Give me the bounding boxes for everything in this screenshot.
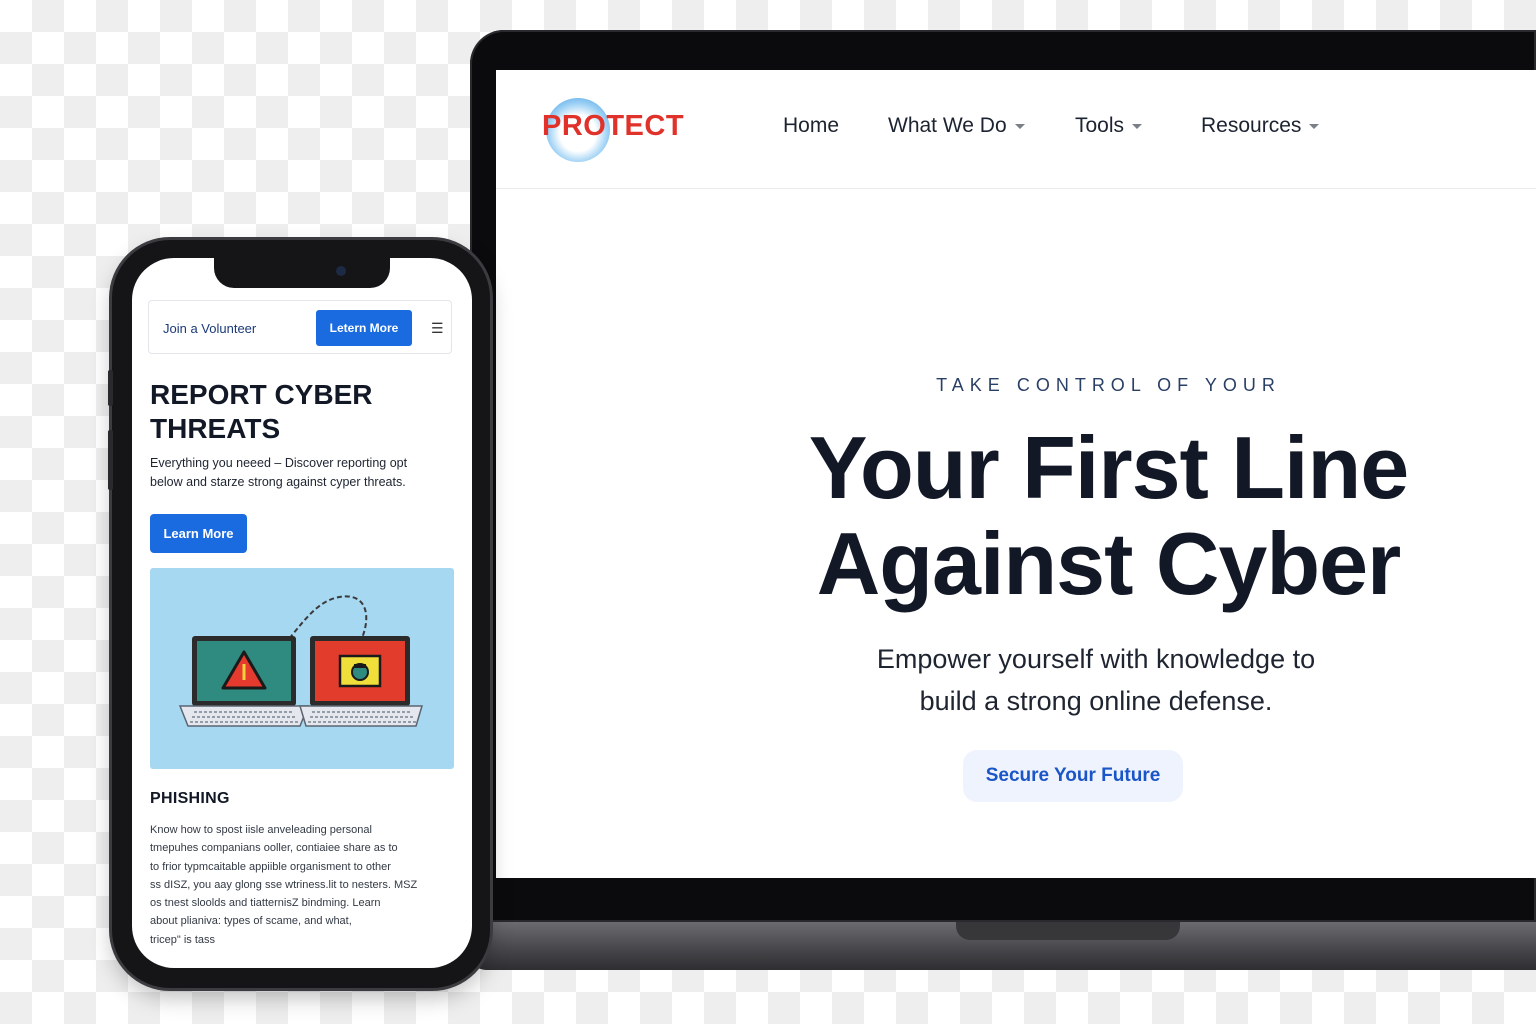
hero-subtitle-line-1: Empower yourself with knowledge to	[876, 644, 1316, 674]
phone-mockup: Join a Volunteer Letern More ☰ REPORT CY…	[108, 240, 490, 988]
phishing-body-line: about plianiva: types of scame, and what…	[150, 915, 352, 928]
learn-more-button[interactable]: Learn More	[150, 514, 247, 553]
mobile-nav: Join a Volunteer Letern More ☰	[148, 300, 452, 354]
laptop-mockup: PROTECT Home What We Do Tools Resources …	[470, 30, 1536, 970]
join-volunteer-link[interactable]: Join a Volunteer	[163, 321, 256, 336]
nav-home[interactable]: Home	[783, 114, 839, 138]
secure-your-future-button[interactable]: Secure Your Future	[963, 750, 1183, 802]
chevron-down-icon	[1309, 123, 1320, 129]
nav-tools-label: Tools	[1075, 114, 1125, 137]
phishing-section-title: PHISHING	[150, 790, 230, 807]
phishing-body-line: os tnest sloolds and tiatternisZ bindmin…	[150, 897, 381, 910]
hero-subtitle: Empower yourself with knowledge to build…	[796, 638, 1396, 722]
phishing-body-line: tricep" is tass	[150, 933, 216, 946]
phishing-body-line: Know how to spost iisle anveleading pers…	[150, 824, 372, 836]
site-header: PROTECT Home What We Do Tools Resources	[496, 70, 1536, 189]
chevron-down-icon	[1132, 123, 1143, 129]
phishing-body-line: ss dISZ, you aay glong sse wtriness.lit …	[150, 878, 418, 891]
hero-subtitle-line-2: build a strong online defense.	[919, 686, 1273, 716]
phone-side-button	[108, 430, 113, 490]
mobile-learn-more-nav-button[interactable]: Letern More	[316, 310, 412, 346]
logo[interactable]: PROTECT	[542, 96, 702, 164]
phone-side-button	[108, 370, 113, 406]
mobile-title-line-2: THREATS	[150, 413, 281, 444]
phone-screen: Join a Volunteer Letern More ☰ REPORT CY…	[132, 258, 472, 968]
mobile-description: Everything you neeed – Discover reportin…	[150, 454, 455, 492]
nav-what-we-do-label: What We Do	[888, 114, 1007, 137]
hero-title-line-2: Against Cyber	[816, 514, 1402, 613]
phishing-body: Know how to spost iisle anveleading pers…	[150, 821, 456, 949]
camera-icon	[336, 266, 346, 276]
logo-text: PROTECT	[542, 110, 685, 142]
phishing-body-line: tmepuhes companians ooller, contiaiee sh…	[150, 842, 398, 855]
illustration-svg	[178, 595, 424, 727]
mobile-page-title: REPORT CYBER THREATS	[150, 378, 450, 446]
hero-title: Your First Line Against Cyber	[736, 420, 1481, 612]
laptop-screen: PROTECT Home What We Do Tools Resources …	[496, 70, 1536, 878]
phone-notch	[214, 258, 390, 288]
laptops-warning-lock-illustration	[150, 568, 454, 769]
hamburger-menu-icon[interactable]: ☰	[431, 321, 444, 335]
nav-what-we-do[interactable]: What We Do	[888, 114, 1025, 138]
nav-home-label: Home	[783, 114, 840, 137]
nav-resources-label: Resources	[1201, 114, 1302, 137]
laptop-hinge-notch	[956, 922, 1180, 940]
mobile-title-line-1: REPORT CYBER	[150, 379, 373, 410]
chevron-down-icon	[1014, 123, 1025, 129]
nav-resources[interactable]: Resources	[1201, 114, 1320, 138]
nav-tools[interactable]: Tools	[1075, 114, 1143, 138]
mobile-description-line-2: below and starze strong against cyper th…	[150, 475, 406, 489]
hero-title-line-1: Your First Line	[808, 418, 1409, 517]
hero-eyebrow: TAKE CONTROL OF YOUR	[936, 375, 1281, 395]
phishing-body-line: to frior typmcaitable appiible organisme…	[150, 860, 391, 873]
mobile-description-line-1: Everything you neeed – Discover reportin…	[150, 456, 408, 470]
laptop-lid: PROTECT Home What We Do Tools Resources …	[470, 30, 1536, 922]
